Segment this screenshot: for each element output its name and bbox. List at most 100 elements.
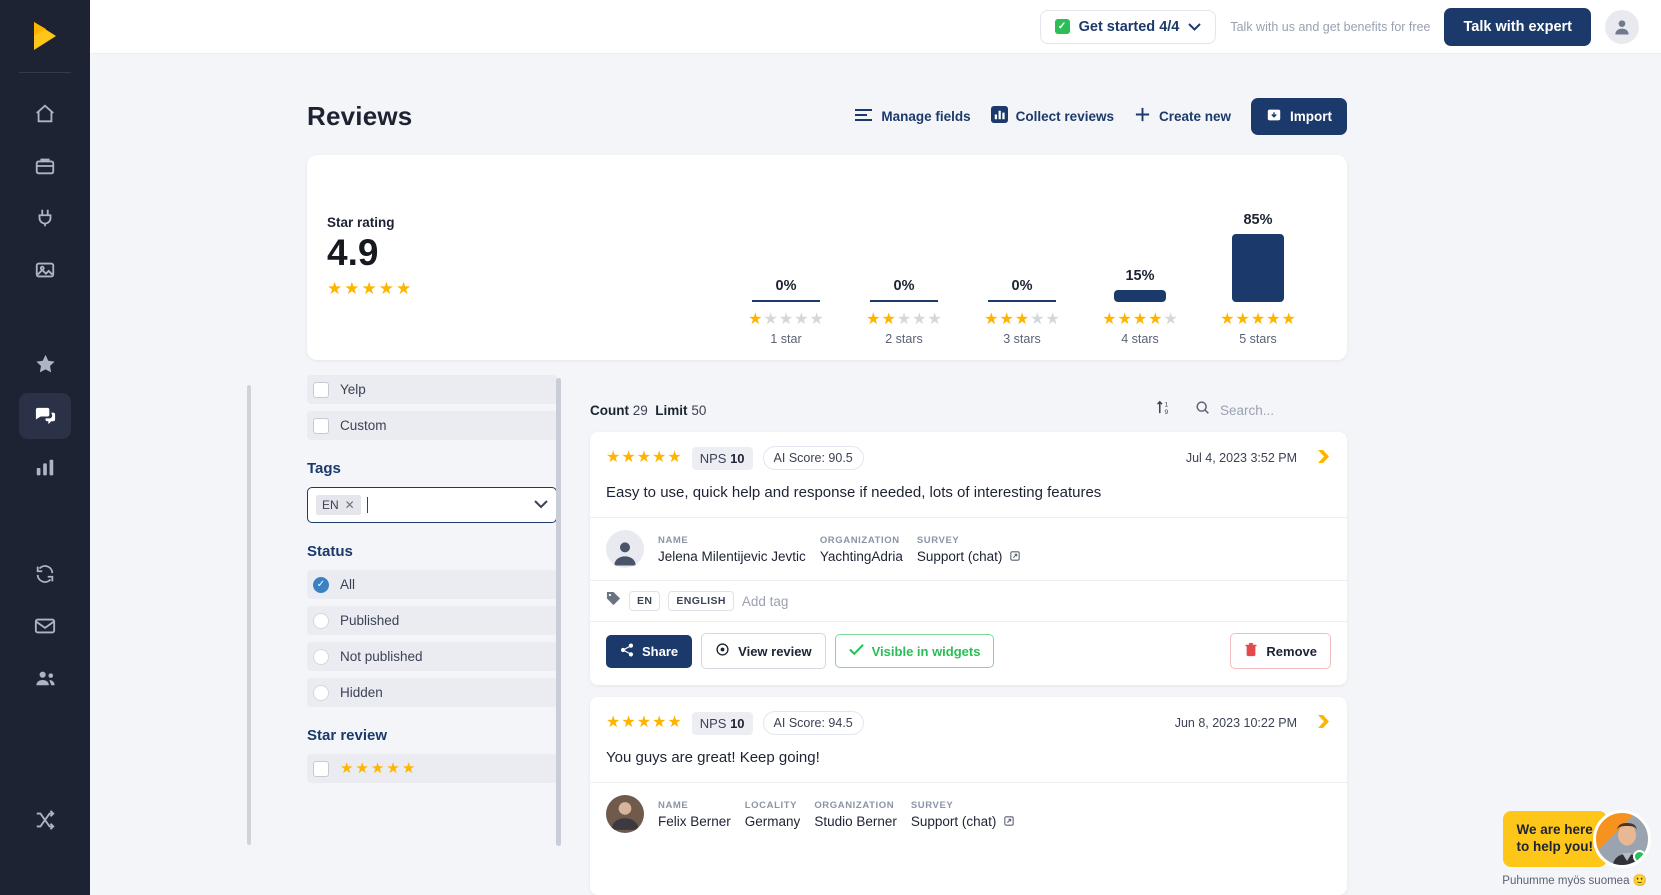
visible-in-widgets-button[interactable]: Visible in widgets (835, 634, 995, 668)
radio-button[interactable]: ✓ (313, 577, 329, 593)
star-filled-icon: ★ (866, 312, 880, 328)
histogram-bar-group[interactable]: 0%★★★★★3 stars (963, 278, 1081, 346)
menu-lines-icon (854, 108, 873, 125)
review-text: Easy to use, quick help and response if … (590, 470, 1347, 517)
status-filter-row[interactable]: Hidden (307, 678, 557, 707)
sidebar-item-home[interactable] (19, 91, 71, 137)
get-started-dropdown[interactable]: ✓ Get started 4/4 (1040, 10, 1217, 44)
left-nav-rail (0, 0, 90, 895)
chat-agent-avatar[interactable] (1593, 810, 1651, 868)
view-review-button[interactable]: View review (701, 633, 825, 669)
brand-logo-icon[interactable] (23, 14, 67, 58)
sidebar-item-shuffle[interactable] (19, 797, 71, 843)
tag-chip-en[interactable]: EN ✕ (316, 495, 361, 515)
meta-name: NAME Jelena Milentijevic Jevtic (658, 535, 806, 564)
sidebar-item-analytics[interactable] (19, 445, 71, 491)
sidebar-item-conversations[interactable] (19, 393, 71, 439)
star-filled-icon: ★ (340, 761, 353, 776)
view-review-label: View review (738, 644, 811, 659)
survey-link[interactable]: Support (chat) (917, 549, 1003, 564)
survey-link[interactable]: Support (chat) (911, 814, 997, 829)
external-link-icon[interactable] (1010, 553, 1020, 564)
expand-arrow-icon[interactable] (1317, 714, 1331, 733)
review-tag[interactable]: ENGLISH (668, 591, 733, 611)
histogram-bar-group[interactable]: 0%★★★★★1 star (727, 278, 845, 346)
histogram-bar (1114, 290, 1166, 302)
star-review-heading: Star review (307, 727, 557, 744)
share-button[interactable]: Share (606, 635, 692, 668)
create-new-label: Create new (1159, 109, 1231, 124)
search-box[interactable] (1195, 400, 1350, 420)
star-filled-icon: ★ (1015, 312, 1029, 328)
create-new-button[interactable]: Create new (1134, 106, 1231, 126)
remove-label: Remove (1266, 644, 1317, 659)
sidebar-item-contacts[interactable] (19, 655, 71, 701)
star-filled-icon: ★ (1102, 312, 1116, 328)
star-filled-icon: ★ (386, 761, 399, 776)
source-filter-row[interactable]: Custom (307, 411, 557, 440)
remove-button[interactable]: Remove (1230, 633, 1331, 669)
page-header: Reviews Manage fields Collect reviews Cr… (307, 92, 1347, 140)
meta-key: ORGANIZATION (814, 800, 897, 811)
status-filter-row[interactable]: Published (307, 606, 557, 635)
talk-with-expert-button[interactable]: Talk with expert (1444, 8, 1591, 46)
sidebar-item-mail[interactable] (19, 603, 71, 649)
histogram-value-label: 85% (1243, 212, 1272, 228)
review-tag[interactable]: EN (629, 591, 660, 611)
star-filled-icon: ★ (606, 715, 620, 731)
collect-reviews-button[interactable]: Collect reviews (991, 106, 1114, 126)
star-filled-icon: ★ (748, 312, 762, 328)
status-filter-row[interactable]: Not published (307, 642, 557, 671)
external-link-icon[interactable] (1004, 818, 1014, 829)
meta-key: LOCALITY (745, 800, 801, 811)
histogram-category-label: 1 star (770, 332, 801, 346)
review-list-scrollbar[interactable] (556, 378, 561, 846)
sidebar-item-plug[interactable] (19, 195, 71, 241)
online-status-dot (1633, 850, 1646, 863)
status-filter-row[interactable]: ✓ All (307, 570, 557, 599)
source-filter-row[interactable]: Yelp (307, 375, 557, 404)
chat-bubble[interactable]: We are here to help you! (1503, 811, 1608, 867)
radio-button[interactable] (313, 613, 329, 629)
tags-heading: Tags (307, 460, 557, 477)
histogram-bar-group[interactable]: 85%★★★★★5 stars (1199, 212, 1317, 346)
import-button[interactable]: Import (1251, 98, 1347, 135)
chevron-down-icon[interactable] (534, 496, 548, 514)
star-filled-icon: ★ (637, 715, 651, 731)
search-input[interactable] (1220, 403, 1350, 418)
tags-select-input[interactable]: EN ✕ (307, 487, 557, 523)
expand-arrow-icon[interactable] (1317, 449, 1331, 468)
sidebar-item-sync[interactable] (19, 551, 71, 597)
sort-ascending-icon[interactable]: 1 9 (1156, 399, 1173, 421)
histogram-value-label: 0% (894, 278, 915, 294)
status-filter-label: All (340, 577, 355, 592)
status-filter-label: Published (340, 613, 399, 628)
eye-icon (715, 642, 730, 660)
user-avatar[interactable] (1605, 10, 1639, 44)
checkbox[interactable] (313, 418, 329, 434)
meta-key: NAME (658, 535, 806, 546)
histogram-bar-group[interactable]: 15%★★★★★4 stars (1081, 268, 1199, 346)
histogram-stars: ★★★★★ (748, 312, 824, 328)
star-filled-icon: ★ (999, 312, 1013, 328)
histogram-stars: ★★★★★ (984, 312, 1060, 328)
star-filled-icon: ★ (1148, 312, 1162, 328)
sidebar-item-reviews-star[interactable] (19, 341, 71, 387)
checkbox[interactable] (313, 761, 329, 777)
review-card-header: ★★★★★ NPS 10 AI Score: 94.5 Jun 8, 2023 … (590, 697, 1347, 735)
radio-button[interactable] (313, 685, 329, 701)
add-tag-input[interactable]: Add tag (742, 594, 789, 609)
sidebar-item-briefcase[interactable] (19, 143, 71, 189)
meta-key: SURVEY (911, 800, 1014, 811)
star-filled-icon: ★ (355, 761, 368, 776)
histogram-bar-group[interactable]: 0%★★★★★2 stars (845, 278, 963, 346)
star-review-option[interactable]: ★★★★★ (307, 754, 557, 783)
checkbox[interactable] (313, 382, 329, 398)
radio-button[interactable] (313, 649, 329, 665)
star-empty-icon: ★ (1164, 312, 1178, 328)
review-date: Jun 8, 2023 10:22 PM (1175, 716, 1297, 730)
filter-scrollbar[interactable] (247, 385, 251, 845)
manage-fields-button[interactable]: Manage fields (854, 108, 970, 125)
close-icon[interactable]: ✕ (345, 498, 355, 512)
sidebar-item-media[interactable] (19, 247, 71, 293)
